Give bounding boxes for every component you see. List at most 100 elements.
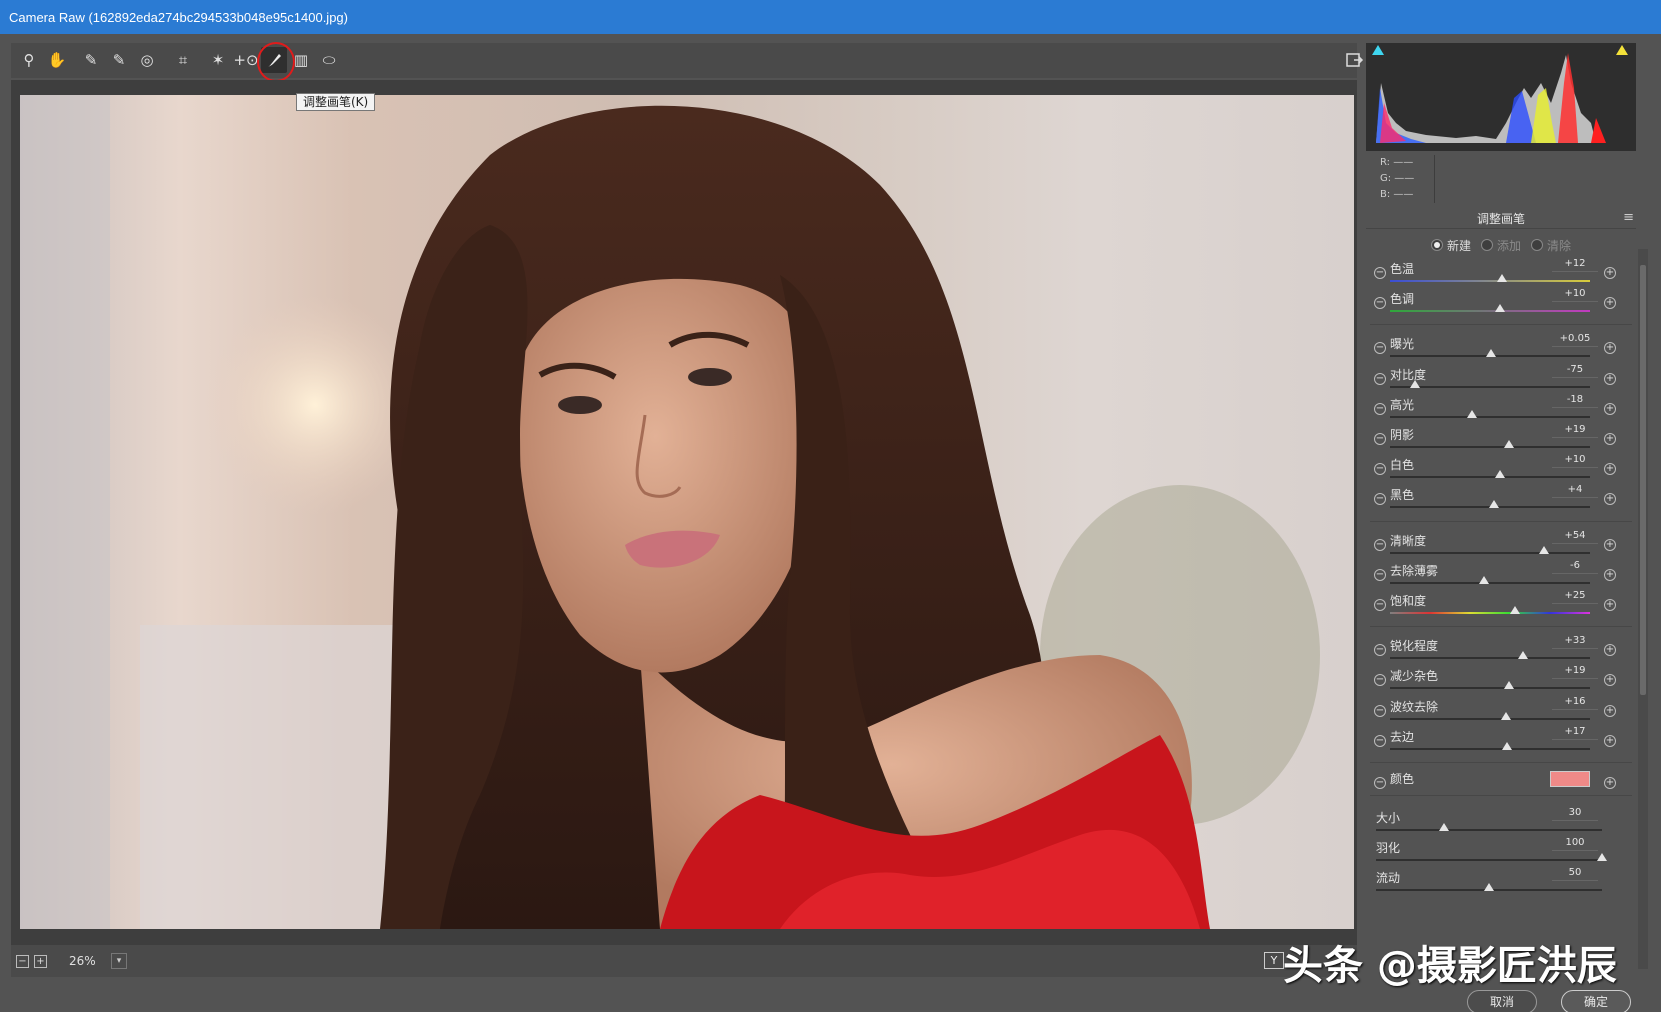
targeted-adjustment-tool-icon[interactable]: ◎ [134, 47, 160, 73]
slider-thumb[interactable] [1438, 823, 1449, 831]
slider-track[interactable] [1390, 440, 1590, 448]
increase-icon[interactable]: + [1604, 297, 1616, 310]
slider-thumb[interactable] [1518, 651, 1528, 660]
increase-icon[interactable]: + [1604, 599, 1616, 611]
slider-thumb[interactable] [1467, 409, 1477, 418]
spot-removal-tool-icon[interactable]: ✶ [205, 47, 231, 73]
mode-option-1[interactable]: 添加 [1480, 234, 1521, 256]
white-balance-tool-icon[interactable]: ✎ [78, 47, 104, 73]
slider-track[interactable] [1390, 651, 1590, 660]
decrease-icon[interactable]: − [1374, 674, 1386, 687]
decrease-icon[interactable]: − [1374, 372, 1386, 385]
mode-option-0[interactable]: 新建 [1430, 234, 1471, 256]
slider-thumb[interactable] [1504, 681, 1514, 690]
crop-tool-icon[interactable]: ⌗ [170, 47, 196, 73]
highlight-clipping-icon[interactable] [1616, 45, 1628, 55]
slider-track[interactable] [1376, 823, 1602, 831]
decrease-icon[interactable]: − [1374, 267, 1386, 279]
increase-icon[interactable]: + [1604, 372, 1616, 385]
slider-value-field[interactable]: +33 [1552, 635, 1598, 650]
increase-icon[interactable]: + [1604, 463, 1616, 476]
decrease-icon[interactable]: − [1374, 493, 1386, 506]
adjustment-brush-tool-icon[interactable] [257, 42, 295, 82]
before-after-toggle[interactable]: Y [1264, 952, 1284, 969]
slider-thumb[interactable] [1486, 349, 1496, 358]
radial-filter-tool-icon[interactable]: ⬭ [316, 47, 342, 73]
color-swatch[interactable] [1550, 771, 1590, 787]
slider-thumb[interactable] [1489, 500, 1499, 509]
radio-button[interactable] [1480, 239, 1493, 251]
ok-button[interactable]: 确定 [1561, 990, 1631, 1012]
decrease-icon[interactable]: − [1374, 297, 1386, 310]
slider-value-field[interactable]: +10 [1552, 288, 1598, 303]
slider-thumb[interactable] [1539, 545, 1549, 554]
slider-track[interactable] [1390, 349, 1590, 358]
radio-button[interactable] [1430, 239, 1443, 251]
increase-icon[interactable]: + [1604, 402, 1616, 415]
increase-icon[interactable]: + [1604, 777, 1616, 789]
red-eye-tool-icon[interactable]: +⊙ [233, 47, 259, 73]
slider-value-field[interactable]: +19 [1552, 665, 1598, 680]
slider-thumb[interactable] [1495, 470, 1505, 479]
increase-icon[interactable]: + [1604, 568, 1616, 581]
graduated-filter-tool-icon[interactable]: ▥ [288, 47, 314, 73]
panel-scrollbar[interactable] [1638, 249, 1648, 969]
slider-thumb[interactable] [1502, 741, 1512, 750]
slider-thumb[interactable] [1495, 304, 1505, 313]
slider-thumb[interactable] [1410, 379, 1420, 388]
slider-value-field[interactable]: +25 [1552, 590, 1598, 604]
color-sampler-tool-icon[interactable]: ✎ [106, 47, 132, 73]
hand-tool-icon[interactable]: ✋ [44, 47, 70, 73]
decrease-icon[interactable]: − [1374, 463, 1386, 476]
decrease-icon[interactable]: − [1374, 433, 1386, 445]
increase-icon[interactable]: + [1604, 538, 1616, 551]
slider-track[interactable] [1376, 853, 1607, 861]
slider-value-field[interactable]: +19 [1552, 424, 1598, 438]
slider-thumb[interactable] [1504, 440, 1514, 448]
slider-track[interactable] [1390, 575, 1590, 584]
slider-track[interactable] [1390, 681, 1590, 690]
slider-thumb[interactable] [1510, 606, 1520, 614]
cancel-button[interactable]: 取消 [1467, 990, 1537, 1012]
slider-track[interactable] [1390, 304, 1590, 313]
slider-value-field[interactable]: +54 [1552, 530, 1598, 544]
slider-value-field[interactable]: -18 [1552, 394, 1598, 408]
slider-track[interactable] [1390, 711, 1590, 720]
decrease-icon[interactable]: − [1374, 599, 1386, 611]
decrease-icon[interactable]: − [1374, 538, 1386, 551]
scrollbar-thumb[interactable] [1640, 265, 1646, 695]
slider-thumb[interactable] [1497, 274, 1507, 282]
panel-menu-icon[interactable]: ≡ [1623, 211, 1634, 225]
increase-icon[interactable]: + [1604, 734, 1616, 747]
decrease-icon[interactable]: − [1374, 402, 1386, 415]
slider-thumb[interactable] [1479, 575, 1489, 584]
increase-icon[interactable]: + [1604, 644, 1616, 657]
slider-value-field[interactable]: +17 [1552, 726, 1598, 740]
decrease-icon[interactable]: − [1374, 568, 1386, 581]
increase-icon[interactable]: + [1604, 674, 1616, 687]
zoom-out-button[interactable]: − [16, 954, 29, 968]
decrease-icon[interactable]: − [1374, 734, 1386, 747]
slider-value-field[interactable]: -6 [1552, 560, 1598, 574]
brush-setting-value[interactable]: 30 [1552, 807, 1598, 821]
slider-value-field[interactable]: +16 [1552, 696, 1598, 710]
increase-icon[interactable]: + [1604, 433, 1616, 445]
open-preferences-icon[interactable] [1341, 47, 1367, 73]
decrease-icon[interactable]: − [1374, 342, 1386, 355]
slider-thumb[interactable] [1597, 853, 1607, 861]
slider-track[interactable] [1390, 470, 1590, 479]
decrease-icon[interactable]: − [1374, 704, 1386, 717]
increase-icon[interactable]: + [1604, 493, 1616, 506]
slider-thumb[interactable] [1501, 711, 1511, 720]
slider-track[interactable] [1390, 379, 1590, 388]
slider-value-field[interactable]: +0.05 [1552, 333, 1598, 348]
zoom-in-button[interactable]: + [34, 954, 47, 968]
mode-option-2[interactable]: 清除 [1531, 234, 1571, 256]
photo-preview[interactable] [20, 95, 1354, 929]
slider-track[interactable] [1390, 409, 1590, 418]
shadow-clipping-icon[interactable] [1372, 45, 1384, 55]
slider-track[interactable] [1390, 606, 1590, 614]
slider-value-field[interactable]: +4 [1552, 484, 1598, 499]
increase-icon[interactable]: + [1604, 704, 1616, 717]
slider-track[interactable] [1390, 741, 1590, 750]
